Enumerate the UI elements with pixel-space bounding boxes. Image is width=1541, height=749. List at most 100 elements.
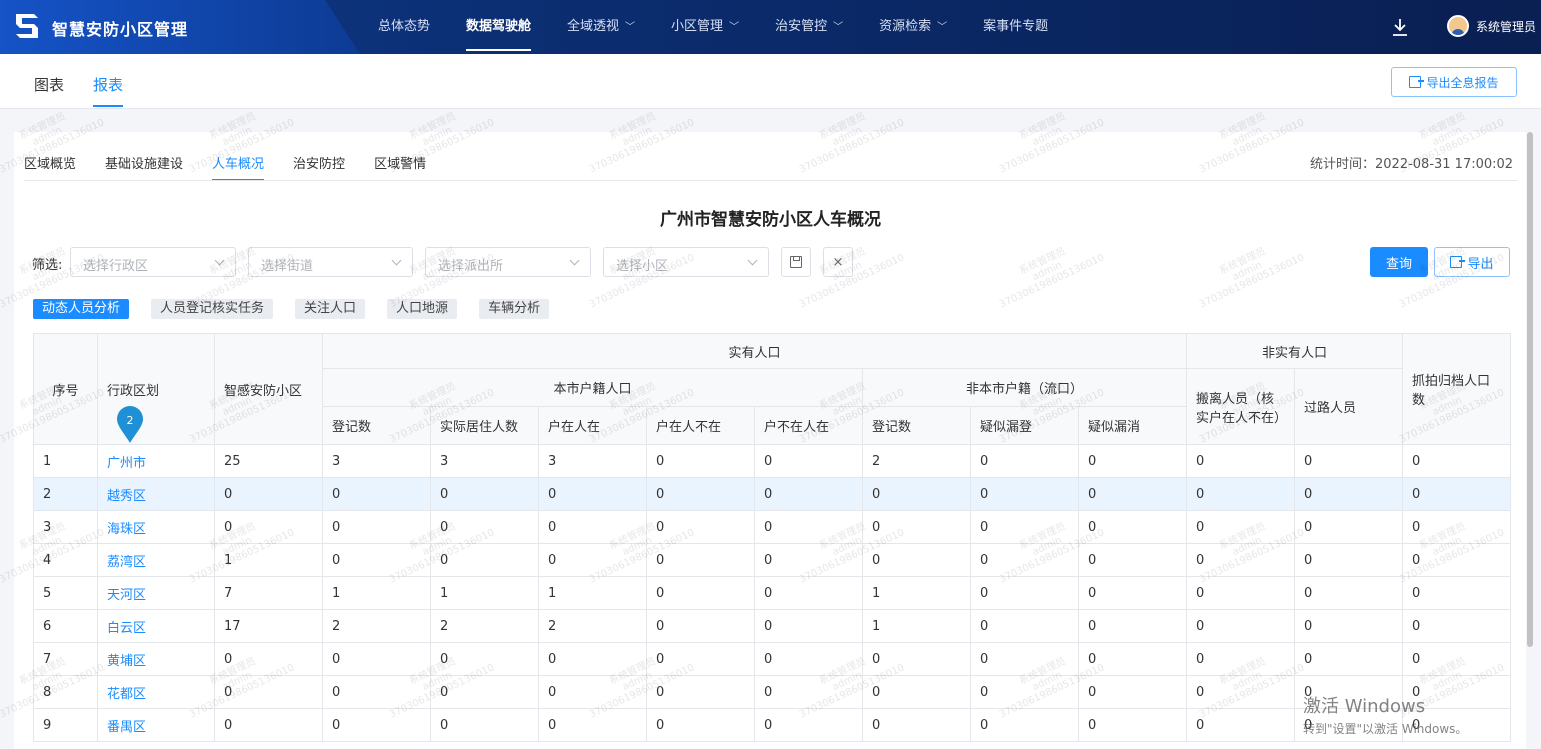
col-header-hh-present: 户在人在: [538, 406, 647, 445]
clear-filter-button[interactable]: ×: [823, 247, 853, 277]
table-cell: 7: [33, 642, 98, 676]
table-cell: 5: [33, 576, 98, 610]
table-cell: 0: [1077, 477, 1188, 511]
col-header-captured: 抓拍归档人口数: [1402, 333, 1512, 445]
table-cell: 0: [538, 543, 647, 577]
nav-item[interactable]: 资源检索 ﹀: [861, 0, 965, 54]
district-link[interactable]: 花都区: [97, 675, 215, 709]
col-header-seq: 序号: [33, 333, 98, 445]
community-select[interactable]: 选择小区: [603, 247, 769, 277]
table-cell: 0: [322, 642, 431, 676]
export-button[interactable]: 导出: [1434, 247, 1510, 277]
col-header-community: 智感安防小区: [214, 333, 323, 445]
table-row[interactable]: 4 荔湾区 1 0 0 0 0 0 0 0 0 0 0 0: [33, 543, 1512, 577]
col-header-registered: 登记数: [322, 406, 431, 445]
street-select[interactable]: 选择街道: [248, 247, 413, 277]
chevron-down-icon: ﹀: [937, 22, 948, 33]
tab-report[interactable]: 报表: [93, 74, 124, 107]
table-cell: 1: [33, 444, 98, 478]
nav-item[interactable]: 案事件专题: [965, 0, 1066, 54]
table-cell: 0: [646, 576, 755, 610]
report-tab[interactable]: 基础设施建设: [105, 153, 183, 172]
table-row[interactable]: 9 番禺区 0 0 0 0 0 0 0 0 0 0 0 0: [33, 708, 1512, 742]
table-cell: 0: [754, 477, 863, 511]
nav-item[interactable]: 数据驾驶舱: [448, 0, 549, 54]
nav-item-label: 治安管控: [775, 19, 828, 34]
table-cell: 0: [322, 708, 431, 742]
table-row[interactable]: 3 海珠区 0 0 0 0 0 0 0 0 0 0 0 0: [33, 510, 1512, 544]
save-filter-button[interactable]: [781, 247, 811, 277]
chevron-down-icon: [214, 255, 225, 266]
nav-item[interactable]: 全域透视 ﹀: [549, 0, 653, 54]
download-icon[interactable]: [1390, 16, 1410, 38]
table-cell: 0: [970, 444, 1079, 478]
nav-item[interactable]: 小区管理 ﹀: [653, 0, 757, 54]
statistics-time: 统计时间：2022-08-31 17:00:02: [1310, 157, 1514, 172]
table-cell: 0: [1186, 609, 1296, 643]
police-station-select[interactable]: 选择派出所: [425, 247, 591, 277]
table-cell: 0: [1402, 477, 1512, 511]
analysis-chip[interactable]: 关注人口: [295, 299, 366, 319]
table-cell: 0: [322, 543, 431, 577]
table-cell: 1: [430, 576, 539, 610]
table-cell: 0: [646, 675, 755, 709]
table-cell: 9: [33, 708, 98, 742]
table-cell: 0: [538, 642, 647, 676]
main-nav: 总体态势 数据驾驶舱 全域透视 ﹀ 小区管理 ﹀ 治安管控 ﹀ 资源检索 ﹀ 案事件专题: [360, 0, 1066, 54]
table-cell: 0: [430, 642, 539, 676]
analysis-chip[interactable]: 车辆分析: [479, 299, 550, 319]
table-cell: 0: [430, 477, 539, 511]
report-tab[interactable]: 区域警情: [374, 153, 426, 172]
analysis-chip[interactable]: 动态人员分析: [33, 299, 130, 319]
export-icon: [1450, 256, 1466, 268]
col-header-suspect-cancel: 疑似漏消: [1077, 406, 1188, 445]
query-button[interactable]: 查询: [1370, 247, 1428, 277]
analysis-chip[interactable]: 人员登记核实任务: [151, 299, 274, 319]
app-title: 智慧安防小区管理: [52, 20, 189, 39]
district-link[interactable]: 越秀区: [97, 477, 215, 511]
table-row[interactable]: 7 黄埔区 0 0 0 0 0 0 0 0 0 0 0 0: [33, 642, 1512, 676]
table-cell: 0: [1402, 642, 1512, 676]
community-placeholder: 选择小区: [616, 259, 669, 274]
district-link[interactable]: 天河区: [97, 576, 215, 610]
district-link[interactable]: 白云区: [97, 609, 215, 643]
nav-item[interactable]: 总体态势: [360, 0, 448, 54]
export-full-report-button[interactable]: 导出全息报告: [1391, 67, 1517, 97]
table-cell: 0: [1077, 576, 1188, 610]
report-tab[interactable]: 治安防控: [293, 153, 345, 172]
table-row[interactable]: 2 越秀区 0 0 0 0 0 0 0 0 0 0 0 0: [33, 477, 1512, 511]
report-tab[interactable]: 人车概况: [212, 153, 265, 181]
district-link[interactable]: 番禺区: [97, 708, 215, 742]
district-link[interactable]: 荔湾区: [97, 543, 215, 577]
table-cell: 0: [862, 510, 971, 544]
table-cell: 0: [1186, 543, 1296, 577]
analysis-type-chips: 动态人员分析 人员登记核实任务 关注人口 人口地源 车辆分析: [33, 299, 571, 319]
top-navigation-bar: 智慧安防小区管理 总体态势 数据驾驶舱 全域透视 ﹀ 小区管理 ﹀ 治安管控 ﹀ 资源检索 ﹀ 案事…: [0, 0, 1541, 54]
report-tab[interactable]: 区域概览: [24, 153, 76, 172]
col-header-suspect-missed: 疑似漏登: [970, 406, 1079, 445]
analysis-chip[interactable]: 人口地源: [387, 299, 458, 319]
nav-item-label: 案事件专题: [983, 19, 1049, 34]
table-cell: 0: [970, 708, 1079, 742]
district-link[interactable]: 广州市: [97, 444, 215, 478]
table-row[interactable]: 5 天河区 7 1 1 1 0 0 1 0 0 0 0 0: [33, 576, 1512, 610]
table-row[interactable]: 8 花都区 0 0 0 0 0 0 0 0 0 0 0 0: [33, 675, 1512, 709]
table-cell: 0: [970, 477, 1079, 511]
table-cell: 0: [1186, 675, 1296, 709]
nav-item-label: 资源检索: [879, 19, 932, 34]
table-cell: 0: [862, 642, 971, 676]
district-link[interactable]: 海珠区: [97, 510, 215, 544]
table-cell: 2: [322, 609, 431, 643]
chevron-down-icon: ﹀: [729, 22, 740, 33]
table-row[interactable]: 6 白云区 17 2 2 2 0 0 1 0 0 0 0 0: [33, 609, 1512, 643]
table-cell: 0: [1294, 477, 1404, 511]
table-cell: 0: [1402, 543, 1512, 577]
district-select[interactable]: 选择行政区: [70, 247, 236, 277]
district-link[interactable]: 黄埔区: [97, 642, 215, 676]
export-label: 导出: [1467, 256, 1494, 272]
table-cell: 1: [538, 576, 647, 610]
table-row[interactable]: 1 广州市 25 3 3 3 0 0 2 0 0 0 0 0: [33, 444, 1512, 478]
user-menu[interactable]: 系统管理员: [1447, 15, 1536, 37]
nav-item[interactable]: 治安管控 ﹀: [757, 0, 861, 54]
tab-chart[interactable]: 图表: [34, 74, 64, 95]
